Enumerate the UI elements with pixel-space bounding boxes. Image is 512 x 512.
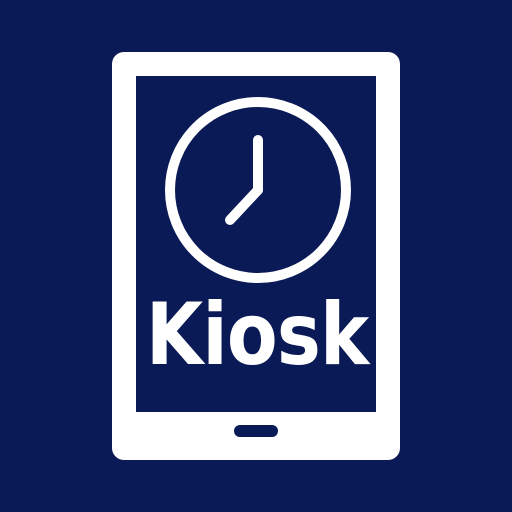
clock-hour-hand — [225, 185, 263, 225]
clock-icon — [165, 97, 351, 283]
kiosk-label: Kiosk — [145, 285, 369, 385]
kiosk-app-icon: Kiosk — [0, 0, 512, 512]
tablet-home-button — [234, 425, 278, 437]
